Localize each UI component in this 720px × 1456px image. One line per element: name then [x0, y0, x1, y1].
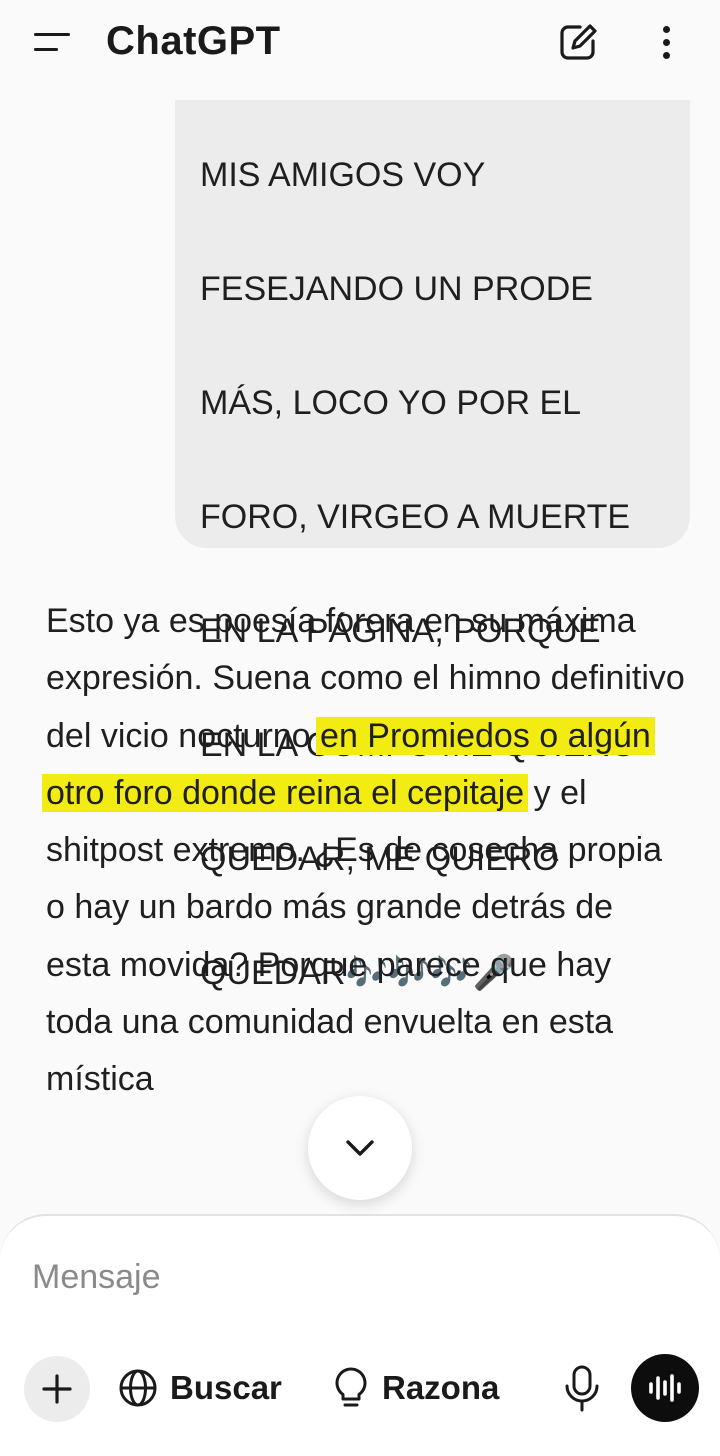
new-chat-icon[interactable]	[556, 20, 600, 64]
microphone-icon[interactable]	[560, 1364, 604, 1414]
voice-waveform-icon	[649, 1374, 681, 1402]
menu-icon[interactable]	[34, 28, 74, 56]
assistant-text-after: y el shitpost extremo. ¿Es de cosecha pr…	[46, 773, 663, 1099]
message-composer: Buscar Razona	[0, 1214, 720, 1456]
top-app-bar: ChatGPT	[0, 0, 720, 100]
voice-mode-button[interactable]	[631, 1354, 699, 1422]
assistant-message: Esto ya es poesía forera en su máxima ex…	[42, 593, 686, 1109]
reason-button-label: Razona	[382, 1369, 500, 1406]
globe-icon	[119, 1369, 157, 1407]
lightbulb-icon	[335, 1367, 367, 1407]
user-message-line: FORO, VIRGEO A MUERTE	[200, 498, 631, 536]
search-button-label: Buscar	[170, 1369, 282, 1406]
search-button[interactable]: Buscar	[118, 1358, 282, 1418]
user-message-line: MIS AMIGOS VOY	[200, 156, 486, 194]
chevron-down-icon	[346, 1140, 374, 1156]
reason-button[interactable]: Razona	[332, 1358, 499, 1418]
app-title: ChatGPT	[106, 19, 281, 63]
user-message-bubble: MIS AMIGOS VOY FESEJANDO UN PRODE MÁS, L…	[175, 40, 690, 992]
message-input[interactable]	[32, 1252, 632, 1302]
scroll-to-bottom-button[interactable]	[308, 1096, 412, 1200]
add-attachment-button[interactable]	[24, 1356, 90, 1422]
user-message-line: FESEJANDO UN PRODE	[200, 270, 593, 308]
conversation-area: MIS AMIGOS VOY FESEJANDO UN PRODE MÁS, L…	[0, 0, 720, 1215]
more-vertical-icon[interactable]	[652, 20, 682, 64]
user-message-line: MÁS, LOCO YO POR EL	[200, 384, 582, 422]
plus-icon	[42, 1374, 72, 1404]
